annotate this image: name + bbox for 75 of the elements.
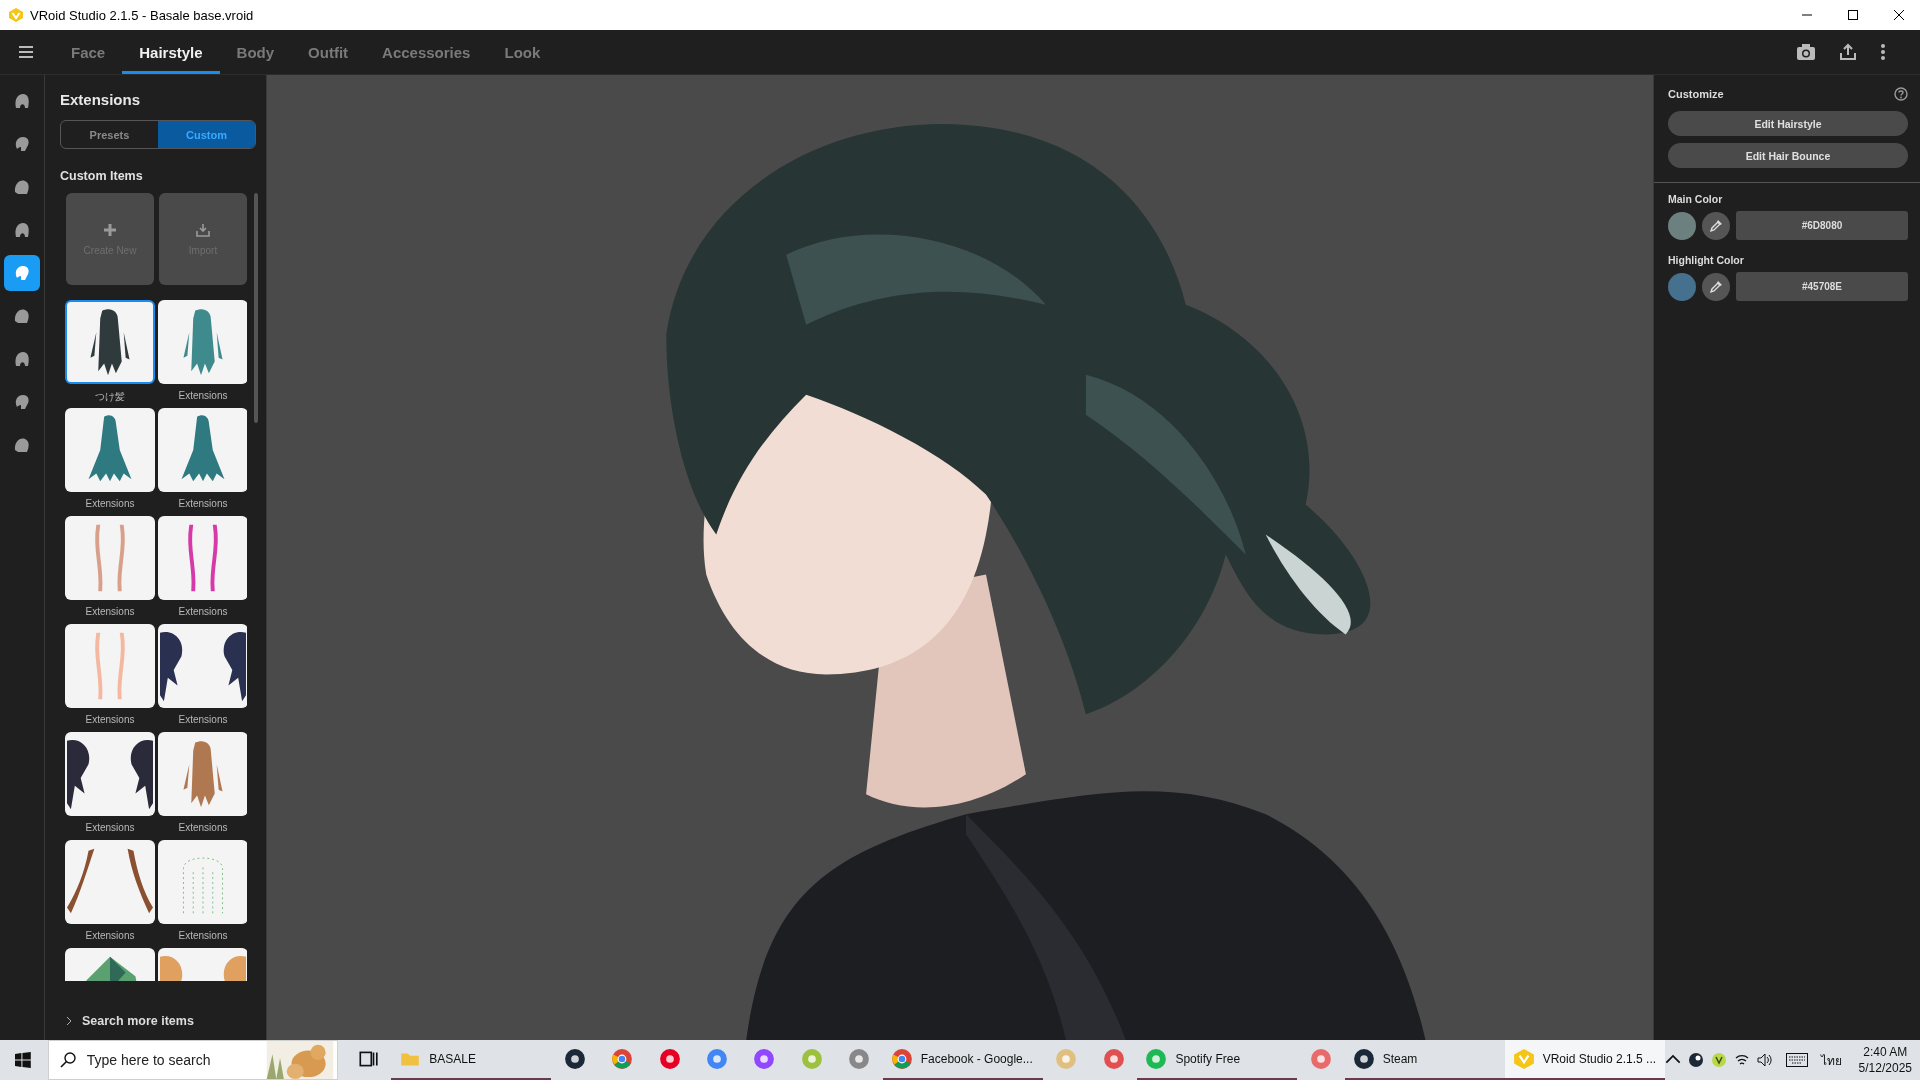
taskbar-item[interactable]: VRoid Studio 2.1.5 ... [1504, 1040, 1665, 1080]
item-label: Extensions [178, 390, 228, 401]
search-more-link[interactable]: Search more items [60, 1008, 200, 1040]
export-icon[interactable] [1838, 43, 1858, 61]
volume-icon[interactable] [1756, 1052, 1773, 1068]
app-icon [1352, 1048, 1375, 1070]
eyedropper-icon [1709, 218, 1723, 233]
taskbar-item[interactable]: BASALE [391, 1040, 552, 1080]
item-label: Extensions [85, 714, 135, 725]
menu-icon[interactable] [18, 45, 34, 59]
color-label: Highlight Color [1668, 254, 1745, 266]
edit-button[interactable]: Edit Hair Bounce [1668, 143, 1908, 168]
hex-field[interactable]: #6D8080 [1736, 211, 1908, 240]
app-icon [563, 1048, 586, 1070]
tab[interactable]: Hairstyle [122, 30, 220, 74]
app-icon[interactable] [1687, 1052, 1704, 1068]
section-title: Custom Items [60, 169, 144, 183]
camera-icon[interactable] [1796, 43, 1816, 61]
language-indicator[interactable]: ไทย [1820, 1050, 1842, 1070]
item-label: Extensions [85, 606, 135, 617]
item-label: Extensions [178, 822, 228, 833]
hair-part-button[interactable] [4, 255, 40, 291]
keyboard-icon[interactable] [1785, 1053, 1808, 1067]
app-icon [658, 1048, 681, 1070]
tab[interactable]: Face [54, 30, 123, 74]
windows-start-icon[interactable] [15, 1052, 31, 1068]
edit-button[interactable]: Edit Hairstyle [1668, 111, 1908, 136]
color-swatch[interactable] [1668, 272, 1696, 301]
download-icon [196, 222, 210, 237]
item-label: Extensions [85, 498, 135, 509]
more-icon[interactable] [1880, 43, 1886, 61]
eyedropper-button[interactable] [1702, 272, 1730, 301]
help-icon[interactable] [1894, 87, 1908, 101]
segment-tab[interactable]: Presets [61, 121, 158, 148]
panel-title: Extensions [60, 91, 142, 108]
close-icon[interactable] [1894, 10, 1904, 20]
taskbar-item[interactable]: Steam [1344, 1040, 1505, 1080]
tab[interactable]: Accessories [365, 30, 488, 74]
item-label: Extensions [85, 930, 135, 941]
eyedropper-button[interactable] [1702, 211, 1730, 240]
taskbar-item[interactable]: Spotify Free [1137, 1040, 1298, 1080]
browser-icon [890, 1048, 913, 1070]
app-icon [848, 1048, 870, 1070]
tab[interactable]: Body [219, 30, 292, 74]
maximize-icon[interactable] [1848, 10, 1858, 20]
item-label: Extensions [178, 498, 228, 509]
clock[interactable]: 2:40 AM 5/12/2025 [1858, 1044, 1912, 1076]
app-icon [800, 1048, 823, 1070]
color-swatch[interactable] [1668, 211, 1696, 240]
search-icon [59, 1052, 76, 1068]
color-label: Main Color [1668, 193, 1724, 205]
app-icon [1145, 1048, 1168, 1070]
app-icon [1102, 1048, 1125, 1070]
app-logo-icon [1512, 1048, 1535, 1070]
app-icon [1310, 1048, 1332, 1070]
app-icon [705, 1048, 728, 1070]
eyedropper-icon [1709, 279, 1723, 294]
hex-field[interactable]: #45708E [1736, 272, 1908, 301]
app-icon [1055, 1048, 1078, 1070]
item-label: Extensions [178, 714, 228, 725]
tab[interactable]: Outfit [291, 30, 366, 74]
item-label: Extensions [178, 930, 228, 941]
browser-icon [611, 1048, 634, 1070]
plus-icon [103, 222, 117, 237]
item-label: つけ髪 [95, 390, 125, 404]
chevron-right-icon [66, 1016, 72, 1026]
window-title: VRoid Studio 2.1.5 - Basale base.vroid [30, 7, 254, 23]
item-label: Extensions [85, 822, 135, 833]
tab[interactable]: Look [487, 30, 558, 74]
app-icon [753, 1048, 776, 1070]
item-label: Extensions [178, 606, 228, 617]
section-title: Customize [1668, 88, 1724, 100]
taskbar-item[interactable]: Facebook - Google... [882, 1040, 1043, 1080]
app-icon[interactable] [1710, 1052, 1727, 1068]
app-logo-icon [8, 7, 24, 23]
